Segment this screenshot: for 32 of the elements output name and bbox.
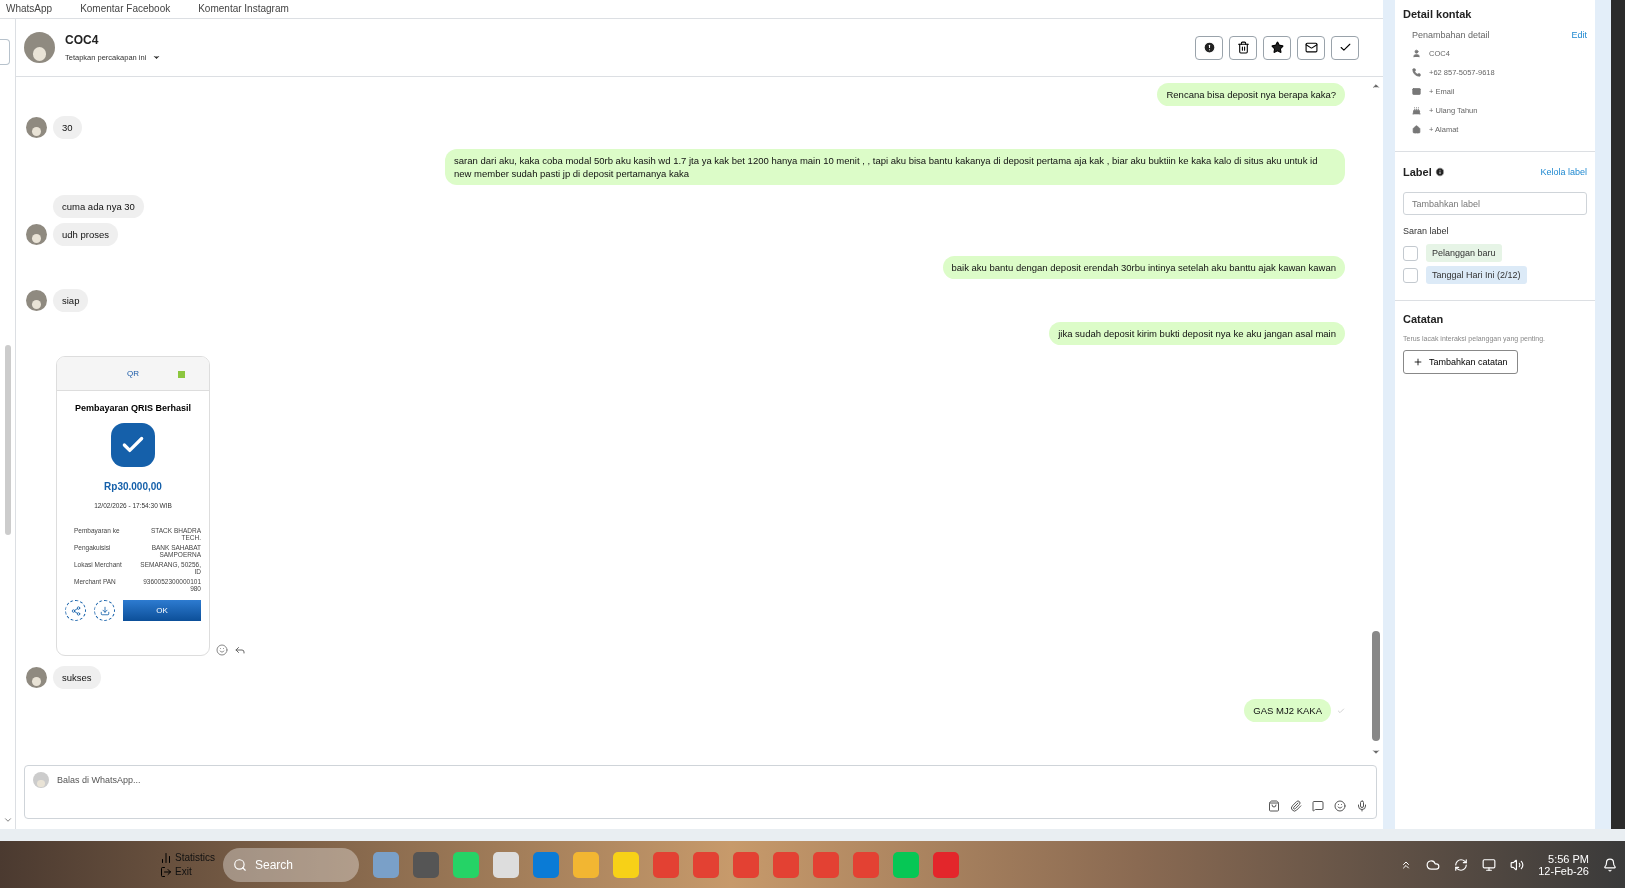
contact-name: COC4 — [65, 33, 100, 47]
received-message: sukses — [53, 666, 101, 689]
section-subtitle: Penambahan detail — [1412, 30, 1490, 40]
receipt-title: Pembayaran QRIS Berhasil — [73, 403, 193, 413]
manage-labels-link[interactable]: Kelola label — [1540, 167, 1587, 177]
reply-field[interactable]: Balas di WhatsApp... — [57, 775, 1368, 785]
edit-link[interactable]: Edit — [1571, 30, 1587, 40]
sent-message: saran dari aku, kaka coba modal 50rb aku kasih wd 1.7 jta ya kak bet 1200 hanya main 10 menit , , tapi aku bisa bantu kakanya di deposit pertama aja kak , biar aku buktiin ke kaka kalo di situs aku untuk id new member sudah pasti jp di deposit pertamanya kaka — [445, 149, 1345, 185]
channel-tab[interactable]: Komentar Instagram — [198, 4, 289, 14]
section-title: Catatan — [1403, 313, 1445, 325]
sent-message: Rencana bisa deposit nya berapa kaka? — [1157, 83, 1345, 106]
label-tag: Tanggal Hari Ini (2/12) — [1426, 266, 1527, 284]
channel-tab[interactable]: Komentar Facebook — [80, 4, 171, 14]
sent-message: GAS MJ2 KAKA — [1244, 699, 1331, 722]
ok-button[interactable]: OK — [123, 600, 201, 621]
receipt-tab-label: QR — [127, 369, 139, 378]
channel-tab[interactable]: WhatsApp — [6, 4, 53, 14]
section-title: Detail kontak — [1403, 8, 1473, 20]
add-note-button[interactable]: Tambahkan catatan — [1403, 350, 1518, 374]
sent-message: jika sudah deposit kirim bukti deposit nya ke aku jangan asal main — [1049, 322, 1345, 345]
sent-message: baik aku bantu dengan deposit erendah 30rbu intinya setelah aku banttu ajak kawan kawan — [942, 256, 1345, 279]
received-message: 30 — [53, 116, 82, 139]
label-tag: Pelanggan baru — [1426, 244, 1502, 262]
section-title: Label — [1403, 166, 1432, 178]
received-message: cuma ada nya 30 — [53, 195, 144, 218]
received-message: udh proses — [53, 223, 118, 246]
label-input-field[interactable]: Tambahkan label — [1403, 192, 1587, 215]
clock-time[interactable]: 5:56 PM — [1548, 852, 1589, 865]
clock-date[interactable]: 12-Feb-26 — [1538, 864, 1589, 877]
suggestions-title: Saran label — [1403, 226, 1450, 236]
received-message: siap — [53, 289, 89, 312]
receipt-amount: Rp30.000,00 — [103, 481, 163, 492]
